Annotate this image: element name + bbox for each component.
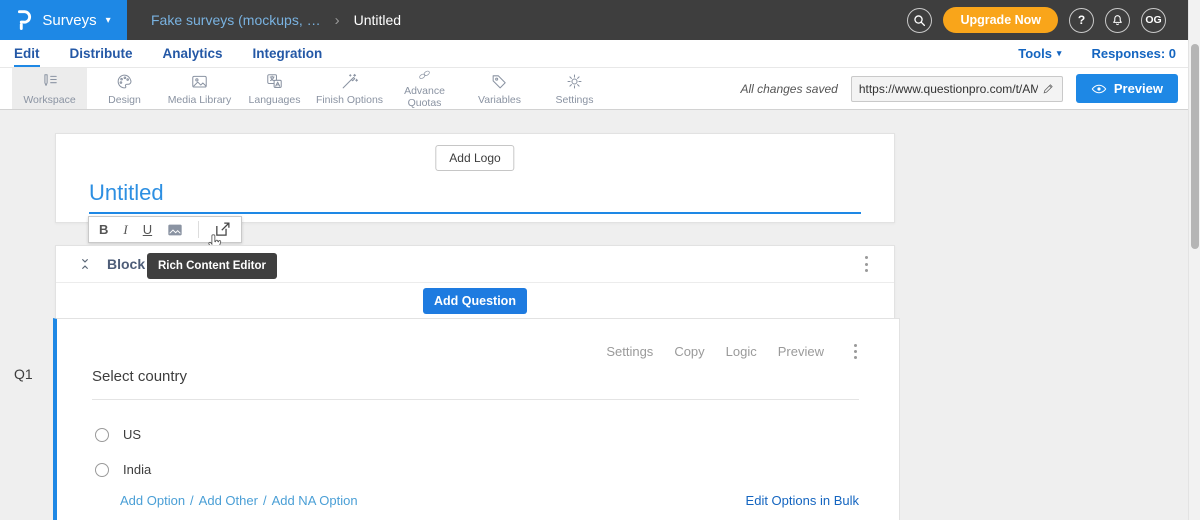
- question-logic-link[interactable]: Logic: [726, 344, 757, 359]
- survey-canvas: Add Logo Untitled B I U Rich Content Edi…: [0, 110, 1200, 520]
- scrollbar-track[interactable]: [1188, 0, 1200, 520]
- question-divider: [92, 399, 859, 400]
- italic-button[interactable]: I: [123, 223, 127, 236]
- help-button[interactable]: ?: [1069, 8, 1094, 33]
- tab-analytics[interactable]: Analytics: [163, 40, 223, 67]
- responses-count[interactable]: Responses: 0: [1091, 46, 1176, 61]
- title-focus-underline: [89, 212, 861, 214]
- add-logo-button[interactable]: Add Logo: [435, 145, 514, 171]
- breadcrumb-separator-icon: ›: [335, 12, 340, 29]
- edit-options-in-bulk-link[interactable]: Edit Options in Bulk: [746, 493, 859, 508]
- product-switcher[interactable]: Surveys ▾: [0, 0, 127, 40]
- magic-wand-icon: [340, 72, 359, 91]
- toolbar-item-media-library[interactable]: Media Library: [162, 68, 237, 109]
- question-actions: Settings Copy Logic Preview: [606, 340, 861, 363]
- search-icon: [913, 14, 926, 27]
- rich-text-toolbar: B I U: [88, 216, 242, 243]
- add-question-row: Add Question: [56, 283, 894, 318]
- question-menu-button[interactable]: [850, 340, 861, 363]
- add-option-link[interactable]: Add Option: [120, 493, 185, 508]
- image-icon: [190, 72, 209, 91]
- toolbar-item-finish-options[interactable]: Finish Options: [312, 68, 387, 109]
- top-bar: Surveys ▾ Fake surveys (mockups, … › Unt…: [0, 0, 1200, 40]
- chevron-down-icon: ▾: [1057, 48, 1062, 59]
- toolbar-item-workspace[interactable]: Workspace: [12, 68, 87, 109]
- toolbar-item-languages[interactable]: Languages: [237, 68, 312, 109]
- answer-option-row: US: [95, 427, 141, 442]
- survey-nav: Edit Distribute Analytics Integration To…: [0, 40, 1200, 68]
- nav-right: Tools ▾ Responses: 0: [1018, 40, 1176, 67]
- bell-icon: [1111, 13, 1124, 27]
- tab-integration[interactable]: Integration: [253, 40, 323, 67]
- insert-image-button[interactable]: [167, 223, 183, 237]
- product-label: Surveys: [42, 12, 96, 29]
- collapse-icon: [78, 256, 92, 272]
- survey-header-card: Add Logo Untitled: [55, 133, 895, 223]
- add-question-button[interactable]: Add Question: [423, 288, 527, 314]
- question-card: Settings Copy Logic Preview Select count…: [53, 318, 900, 520]
- tab-edit[interactable]: Edit: [14, 40, 40, 67]
- answer-option-row: India: [95, 462, 151, 477]
- toolbar-divider: [198, 221, 199, 238]
- bold-button[interactable]: B: [99, 223, 108, 236]
- upgrade-button[interactable]: Upgrade Now: [943, 7, 1058, 33]
- avatar-initials: OG: [1145, 14, 1161, 26]
- toolbar-item-advance-quotas[interactable]: Advance Quotas: [387, 68, 462, 109]
- eye-icon: [1091, 83, 1107, 95]
- tooltip: Rich Content Editor: [147, 253, 277, 279]
- add-na-option-link[interactable]: Add NA Option: [272, 493, 358, 508]
- questionpro-logo-icon: [16, 9, 33, 31]
- option-links: Add Option / Add Other / Add NA Option: [120, 493, 358, 508]
- tag-icon: [490, 72, 509, 91]
- preview-button[interactable]: Preview: [1076, 74, 1178, 103]
- breadcrumb-current: Untitled: [354, 12, 401, 28]
- edit-pencil-icon[interactable]: [1042, 82, 1055, 95]
- survey-title-input[interactable]: Untitled: [89, 180, 164, 206]
- scrollbar-thumb[interactable]: [1191, 44, 1199, 249]
- question-mark-icon: ?: [1078, 13, 1085, 27]
- palette-icon: [115, 72, 134, 91]
- radio-button[interactable]: [95, 428, 109, 442]
- search-button[interactable]: [907, 8, 932, 33]
- toolbar-item-settings[interactable]: Settings: [537, 68, 612, 109]
- breadcrumb-folder[interactable]: Fake surveys (mockups, …: [151, 12, 321, 28]
- question-settings-link[interactable]: Settings: [606, 344, 653, 359]
- survey-url-field[interactable]: https://www.questionpro.com/t/AM1FwZ: [851, 76, 1063, 102]
- toolbar-item-variables[interactable]: Variables: [462, 68, 537, 109]
- toolbar-right: All changes saved https://www.questionpr…: [740, 68, 1200, 109]
- chain-link-icon: [415, 68, 434, 82]
- survey-url-text: https://www.questionpro.com/t/AM1FwZ: [859, 82, 1038, 96]
- translate-icon: [265, 72, 284, 91]
- topbar-actions: Upgrade Now ? OG: [907, 7, 1200, 33]
- question-preview-link[interactable]: Preview: [778, 344, 824, 359]
- save-status: All changes saved: [740, 82, 837, 96]
- breadcrumb: Fake surveys (mockups, … › Untitled: [127, 12, 907, 29]
- underline-button[interactable]: U: [143, 223, 152, 236]
- tools-menu[interactable]: Tools ▾: [1018, 46, 1061, 61]
- question-copy-link[interactable]: Copy: [674, 344, 704, 359]
- add-other-link[interactable]: Add Other: [199, 493, 258, 508]
- collapse-block-button[interactable]: [78, 256, 92, 272]
- option-label[interactable]: US: [123, 427, 141, 442]
- radio-button[interactable]: [95, 463, 109, 477]
- editor-toolbar-row: Workspace Design Media Library Languages: [0, 68, 1200, 110]
- toolbar-item-design[interactable]: Design: [87, 68, 162, 109]
- notifications-button[interactable]: [1105, 8, 1130, 33]
- block-menu-button[interactable]: [861, 253, 872, 276]
- tab-distribute[interactable]: Distribute: [70, 40, 133, 67]
- chevron-down-icon: ▾: [106, 15, 111, 26]
- option-label[interactable]: India: [123, 462, 151, 477]
- gear-icon: [565, 72, 584, 91]
- workspace-icon: [40, 72, 59, 91]
- avatar[interactable]: OG: [1141, 8, 1166, 33]
- question-text-input[interactable]: Select country: [92, 368, 187, 385]
- question-number: Q1: [14, 366, 33, 382]
